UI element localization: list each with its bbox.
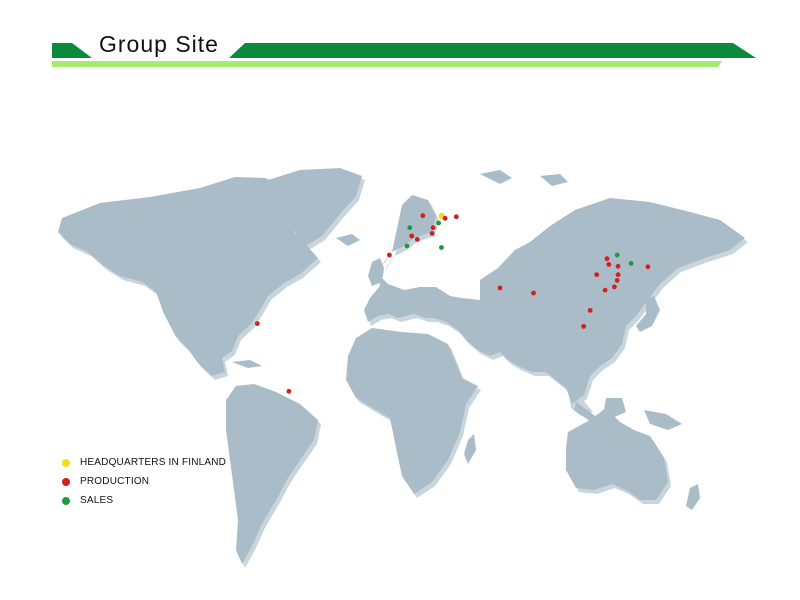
legend-item-production: PRODUCTION (60, 472, 226, 491)
island-cuba (232, 360, 262, 368)
site-marker-production (602, 287, 608, 293)
site-marker-sales (439, 245, 444, 250)
site-marker-production (594, 272, 600, 278)
world-map (58, 168, 748, 568)
site-marker-sales (407, 225, 413, 231)
site-marker-production (615, 263, 621, 269)
site-marker-sales (404, 243, 410, 249)
site-marker-production (429, 231, 435, 236)
site-marker-production (442, 215, 448, 221)
site-marker-production (604, 256, 610, 262)
island-new-guinea (644, 410, 682, 430)
legend-label-sales: SALES (80, 495, 114, 506)
legend-label-hq: HEADQUARTERS IN FINLAND (80, 457, 227, 468)
site-marker-sales (614, 252, 620, 258)
site-marker-production (387, 252, 392, 258)
site-marker-sales (628, 261, 634, 266)
island-madagascar (464, 434, 476, 464)
continent-africa (346, 328, 478, 494)
legend-dot-production (62, 477, 70, 486)
continent-antarctic-fringe (480, 170, 568, 186)
continent-south-america (226, 384, 318, 564)
site-marker-production (581, 324, 587, 329)
legend: HEADQUARTERS IN FINLAND PRODUCTION SALES (60, 453, 226, 510)
site-marker-production (453, 214, 459, 220)
site-marker-production (587, 308, 593, 313)
site-marker-production (614, 278, 620, 283)
legend-item-hq: HEADQUARTERS IN FINLAND (60, 453, 226, 472)
site-marker-production (420, 213, 426, 219)
site-marker-production (414, 237, 420, 242)
site-marker-sales (436, 220, 441, 226)
legend-dot-hq (62, 458, 70, 467)
legend-dot-sales (62, 496, 70, 505)
island-iceland (336, 234, 360, 246)
site-marker-production (409, 233, 415, 239)
site-marker-production (531, 290, 536, 296)
site-marker-production (497, 285, 503, 291)
site-marker-production (606, 262, 612, 267)
island-new-zealand (686, 484, 700, 510)
site-marker-production (430, 225, 436, 231)
continent-north-america (58, 177, 318, 376)
site-marker-production (645, 264, 651, 270)
legend-item-sales: SALES (60, 491, 226, 510)
site-marker-production (615, 272, 621, 278)
site-marker-production (286, 388, 292, 394)
site-marker-production (612, 284, 617, 290)
site-marker-production (254, 321, 260, 326)
legend-label-production: PRODUCTION (80, 476, 150, 487)
